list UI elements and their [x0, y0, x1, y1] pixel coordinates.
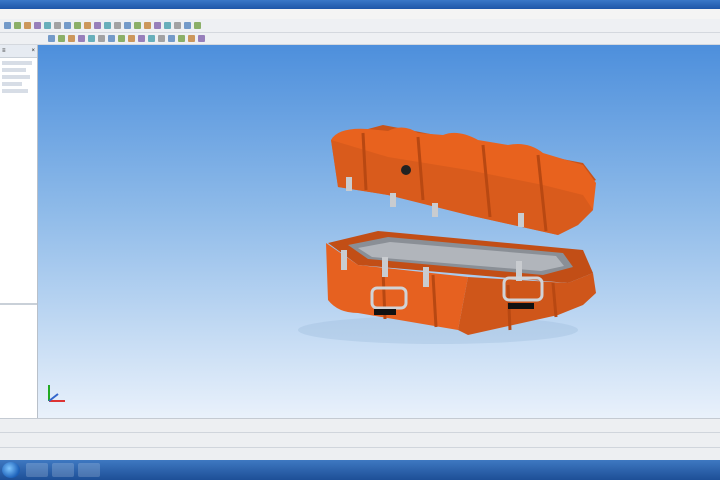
copy-icon[interactable]	[74, 22, 81, 29]
panel-menu-icon[interactable]: ≡	[2, 48, 6, 54]
divider	[0, 447, 720, 448]
save-icon[interactable]	[24, 22, 31, 29]
rectangle-icon[interactable]	[88, 35, 95, 42]
shading-icon[interactable]	[144, 22, 151, 29]
tree-item[interactable]	[2, 61, 32, 65]
view-icon[interactable]	[134, 22, 141, 29]
arc-icon[interactable]	[68, 35, 75, 42]
model-tree-header: ≡ ×	[0, 45, 37, 58]
help-icon[interactable]	[194, 22, 201, 29]
model-tree-panel: ≡ ×	[0, 45, 38, 418]
start-button[interactable]	[2, 462, 20, 478]
hole-icon[interactable]	[158, 35, 165, 42]
print-icon[interactable]	[34, 22, 41, 29]
case-model	[298, 125, 596, 344]
menu-bar	[0, 9, 720, 19]
panel-splitter[interactable]	[0, 303, 37, 305]
tree-item[interactable]	[2, 75, 30, 79]
axis-triad-icon	[48, 385, 65, 402]
paste-icon[interactable]	[84, 22, 91, 29]
window-title-bar	[0, 0, 720, 9]
sketch-icon[interactable]	[48, 35, 55, 42]
shell-icon[interactable]	[168, 35, 175, 42]
taskbar-app-icon[interactable]	[78, 463, 100, 477]
mirror-icon[interactable]	[188, 35, 195, 42]
circle-icon[interactable]	[78, 35, 85, 42]
undo-icon[interactable]	[44, 22, 51, 29]
file-icon[interactable]	[4, 22, 11, 29]
assembly-icon[interactable]	[198, 35, 205, 42]
layer-icon[interactable]	[174, 22, 181, 29]
tree-item[interactable]	[2, 68, 26, 72]
divider	[0, 432, 720, 433]
redo-icon[interactable]	[54, 22, 61, 29]
extrude-icon[interactable]	[118, 35, 125, 42]
pattern-icon[interactable]	[178, 35, 185, 42]
os-taskbar	[0, 460, 720, 480]
line-icon[interactable]	[58, 35, 65, 42]
status-bar	[0, 418, 720, 460]
settings-icon[interactable]	[184, 22, 191, 29]
tree-item[interactable]	[2, 89, 28, 93]
pan-icon[interactable]	[114, 22, 121, 29]
taskbar-app-icon[interactable]	[26, 463, 48, 477]
measure-icon[interactable]	[154, 22, 161, 29]
chamfer-icon[interactable]	[148, 35, 155, 42]
secondary-toolbar	[0, 33, 720, 45]
cut-icon[interactable]	[64, 22, 71, 29]
fillet-icon[interactable]	[138, 35, 145, 42]
rotate-icon[interactable]	[124, 22, 131, 29]
system-tray[interactable]	[676, 463, 716, 477]
open-icon[interactable]	[14, 22, 21, 29]
select-icon[interactable]	[94, 22, 101, 29]
zoom-icon[interactable]	[104, 22, 111, 29]
close-icon[interactable]: ×	[31, 48, 35, 54]
main-toolbar	[0, 19, 720, 33]
taskbar-app-icon[interactable]	[52, 463, 74, 477]
3d-viewport[interactable]	[38, 45, 720, 418]
constraint-icon[interactable]	[108, 35, 115, 42]
revolve-icon[interactable]	[128, 35, 135, 42]
dimension-icon[interactable]	[98, 35, 105, 42]
section-icon[interactable]	[164, 22, 171, 29]
tree-item[interactable]	[2, 82, 22, 86]
